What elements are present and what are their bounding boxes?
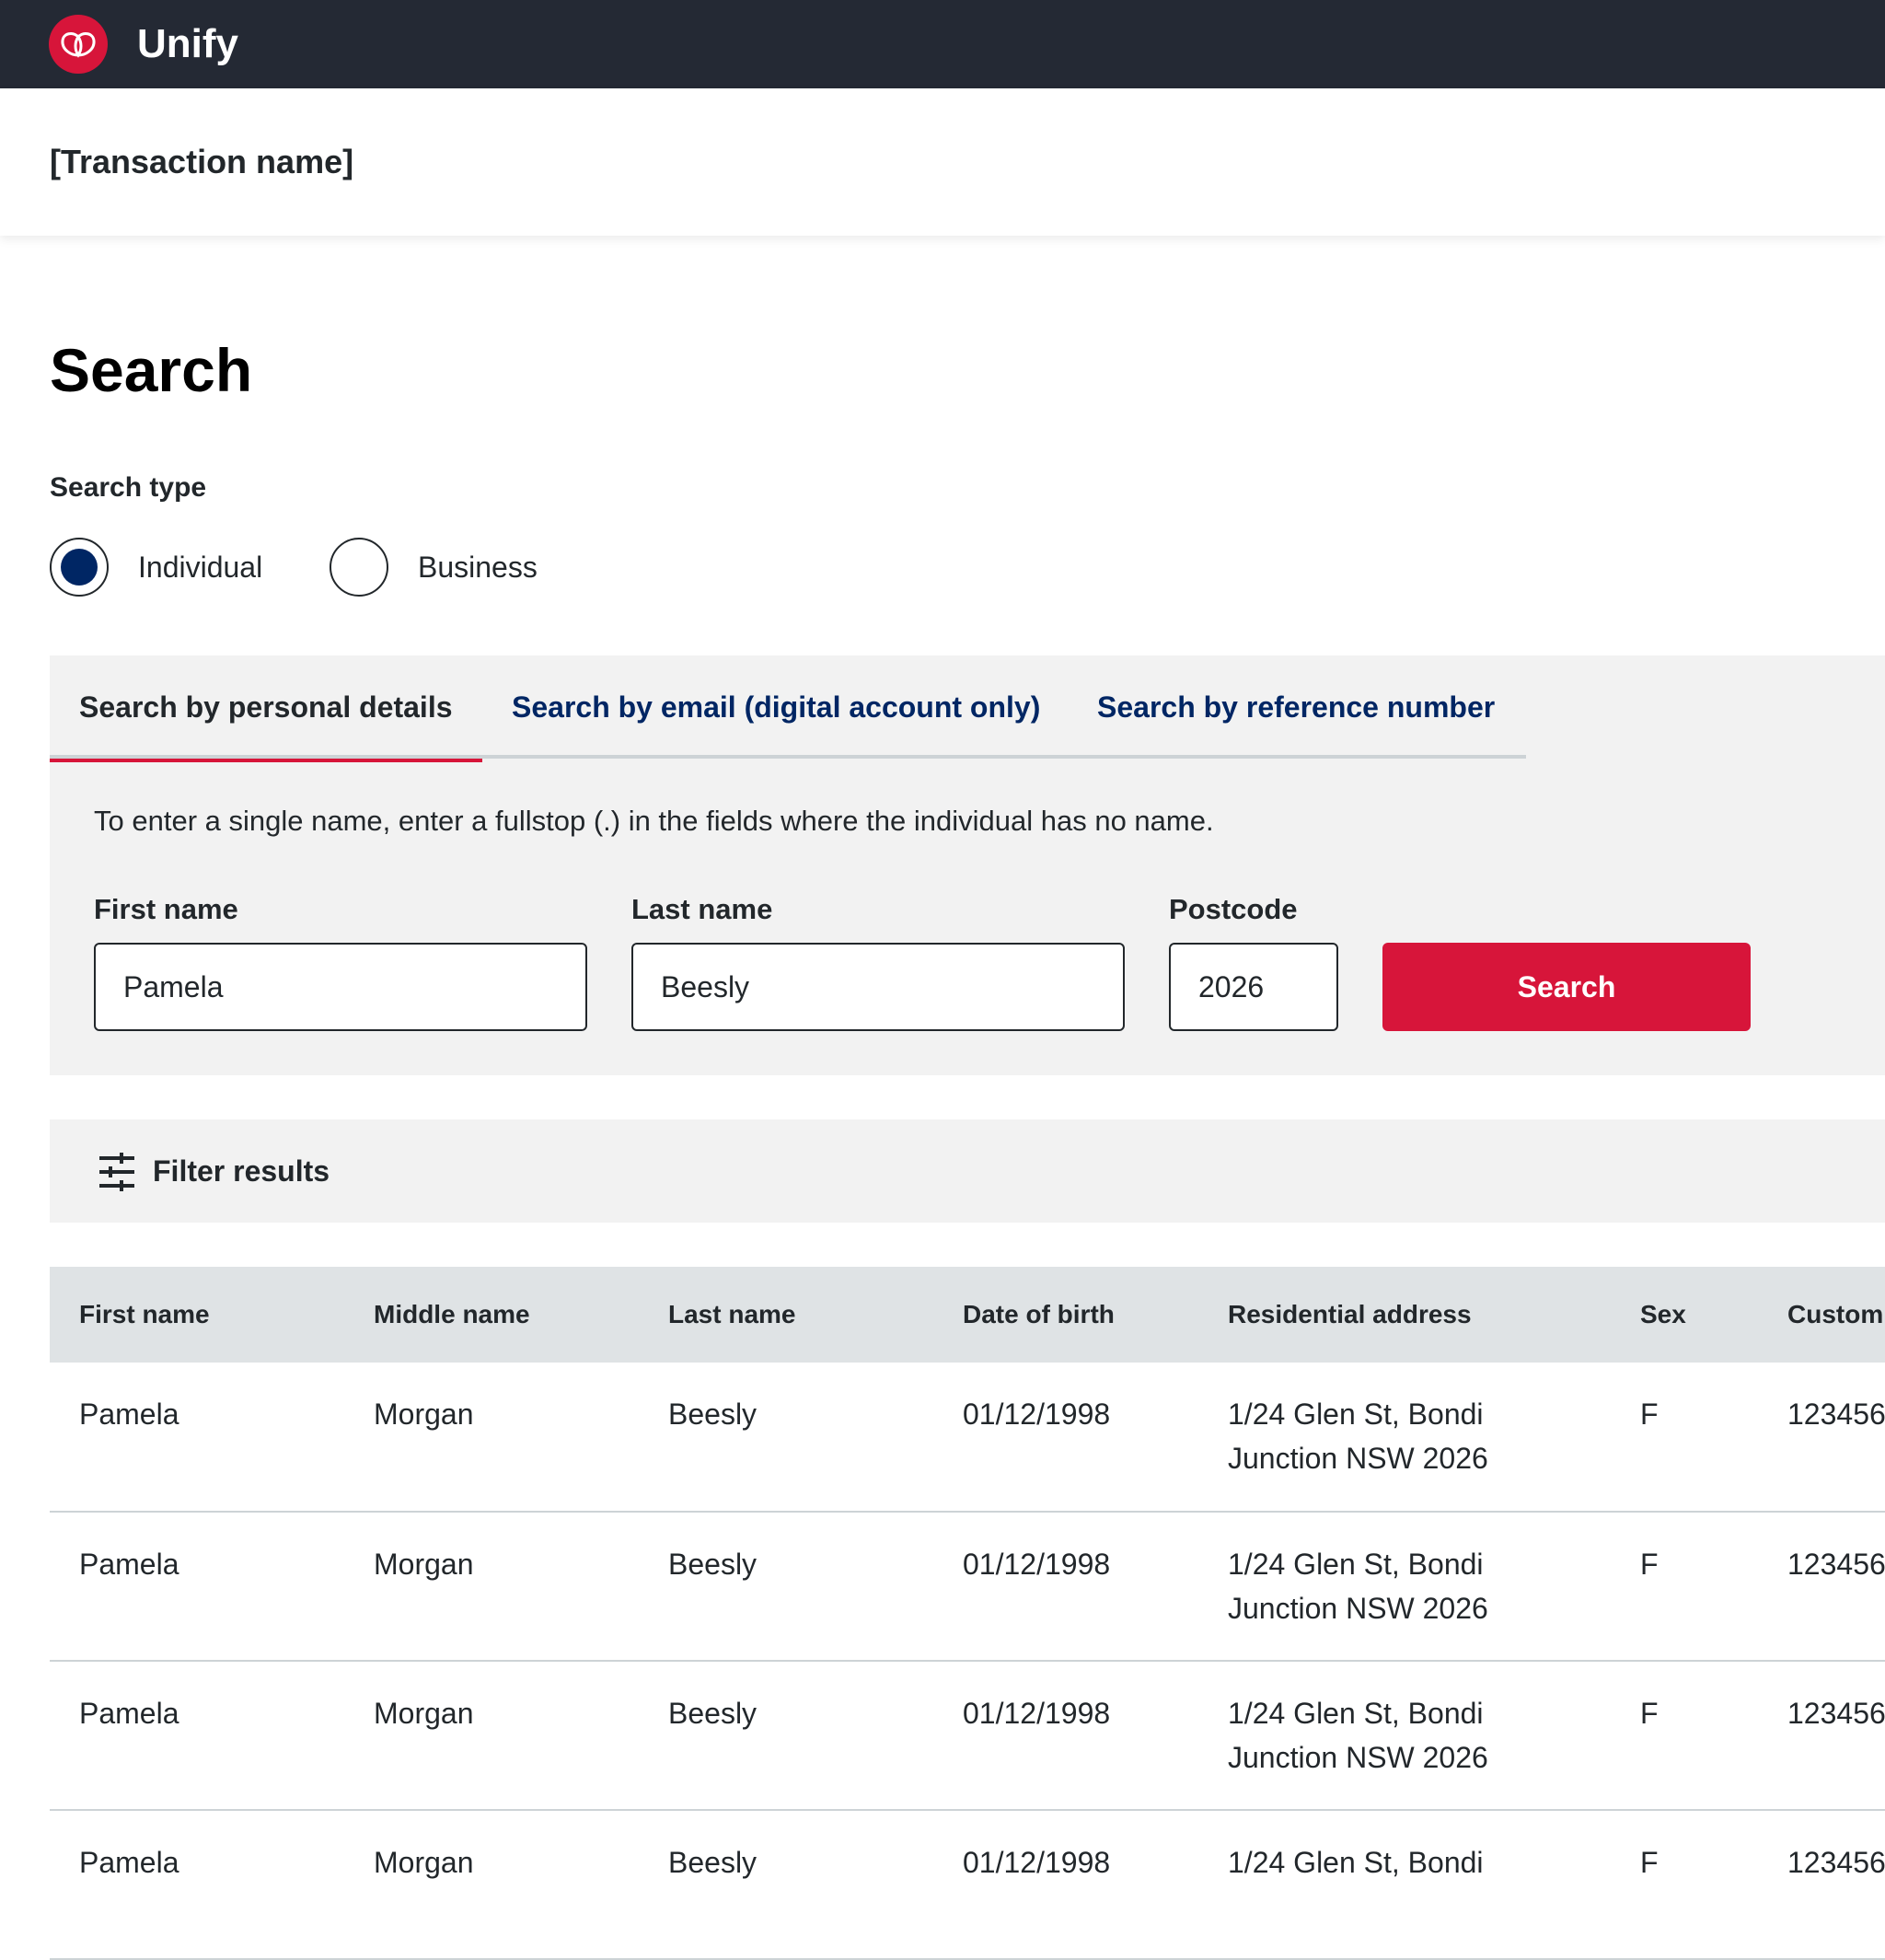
cell-residential-address: 1/24 Glen St, Bondi Junction NSW 2026 — [1198, 1363, 1611, 1513]
cell-sex: F — [1611, 1512, 1758, 1662]
cell-sex: F — [1611, 1661, 1758, 1811]
tab-email[interactable]: Search by email (digital account only) — [512, 655, 1040, 759]
cell-date-of-birth: 01/12/1998 — [933, 1810, 1198, 1960]
tab-reference-number[interactable]: Search by reference number — [1097, 655, 1495, 759]
cell-middle-name: Morgan — [344, 1512, 639, 1662]
last-name-label: Last name — [631, 893, 773, 925]
cell-date-of-birth: 01/12/1998 — [933, 1512, 1198, 1662]
postcode-input[interactable] — [1169, 943, 1338, 1031]
cell-date-of-birth: 01/12/1998 — [933, 1661, 1198, 1811]
cell-first-name: Pamela — [50, 1363, 344, 1513]
table-row[interactable]: Pamela Morgan Beesly 01/12/1998 1/24 Gle… — [50, 1363, 1885, 1513]
sliders-icon — [99, 1153, 134, 1191]
table-row[interactable]: Pamela Morgan Beesly 01/12/1998 1/24 Gle… — [50, 1512, 1885, 1662]
cell-sex: F — [1611, 1810, 1758, 1960]
radio-business-label[interactable]: Business — [418, 549, 538, 586]
cell-customer: 123456 — [1758, 1512, 1885, 1662]
cell-middle-name: Morgan — [344, 1810, 639, 1960]
radio-individual-label[interactable]: Individual — [138, 549, 262, 586]
cell-last-name: Beesly — [639, 1810, 933, 1960]
postcode-label: Postcode — [1169, 893, 1298, 925]
tab-personal-details[interactable]: Search by personal details — [50, 655, 482, 762]
transaction-header: [Transaction name] — [0, 88, 1885, 236]
column-header-customer[interactable]: Custom — [1758, 1267, 1885, 1363]
first-name-label: First name — [94, 893, 238, 925]
app-name[interactable]: Unify — [137, 18, 238, 70]
cell-sex: F — [1611, 1363, 1758, 1513]
cell-residential-address: 1/24 Glen St, Bondi — [1198, 1810, 1611, 1960]
filter-results-label[interactable]: Filter results — [153, 1153, 330, 1189]
search-tabs: Search by personal details Search by ema… — [50, 655, 1526, 762]
table-header-row: First name Middle name Last name Date of… — [50, 1267, 1885, 1363]
last-name-input[interactable] — [631, 943, 1125, 1031]
filter-results-bar[interactable]: Filter results — [50, 1119, 1885, 1223]
cell-customer: 123456 — [1758, 1810, 1885, 1960]
results-table: First name Middle name Last name Date of… — [50, 1267, 1885, 1960]
cell-middle-name: Morgan — [344, 1661, 639, 1811]
cell-last-name: Beesly — [639, 1363, 933, 1513]
cell-date-of-birth: 01/12/1998 — [933, 1363, 1198, 1513]
column-header-residential-address[interactable]: Residential address — [1198, 1267, 1611, 1363]
table-row[interactable]: Pamela Morgan Beesly 01/12/1998 1/24 Gle… — [50, 1661, 1885, 1811]
radio-individual[interactable] — [50, 538, 109, 597]
column-header-middle-name[interactable]: Middle name — [344, 1267, 639, 1363]
column-header-date-of-birth[interactable]: Date of birth — [933, 1267, 1198, 1363]
column-header-last-name[interactable]: Last name — [639, 1267, 933, 1363]
search-type-label: Search type — [50, 472, 207, 503]
transaction-name: [Transaction name] — [50, 143, 354, 180]
cell-customer: 123456 — [1758, 1363, 1885, 1513]
cell-first-name: Pamela — [50, 1512, 344, 1662]
cell-last-name: Beesly — [639, 1661, 933, 1811]
table-row[interactable]: Pamela Morgan Beesly 01/12/1998 1/24 Gle… — [50, 1810, 1885, 1960]
cell-residential-address: 1/24 Glen St, Bondi Junction NSW 2026 — [1198, 1661, 1611, 1811]
page-title: Search — [50, 336, 253, 404]
column-header-sex[interactable]: Sex — [1611, 1267, 1758, 1363]
app-header: Unify — [0, 0, 1885, 88]
cell-first-name: Pamela — [50, 1810, 344, 1960]
cell-residential-address: 1/24 Glen St, Bondi Junction NSW 2026 — [1198, 1512, 1611, 1662]
search-panel: Search by personal details Search by ema… — [50, 655, 1885, 1075]
cell-customer: 123456 — [1758, 1661, 1885, 1811]
search-button[interactable]: Search — [1382, 943, 1751, 1031]
first-name-input[interactable] — [94, 943, 587, 1031]
cell-first-name: Pamela — [50, 1661, 344, 1811]
column-header-first-name[interactable]: First name — [50, 1267, 344, 1363]
helper-text: To enter a single name, enter a fullstop… — [94, 805, 1214, 837]
radio-business[interactable] — [330, 538, 388, 597]
cell-last-name: Beesly — [639, 1512, 933, 1662]
cell-middle-name: Morgan — [344, 1363, 639, 1513]
waratah-logo-icon[interactable] — [49, 15, 108, 74]
